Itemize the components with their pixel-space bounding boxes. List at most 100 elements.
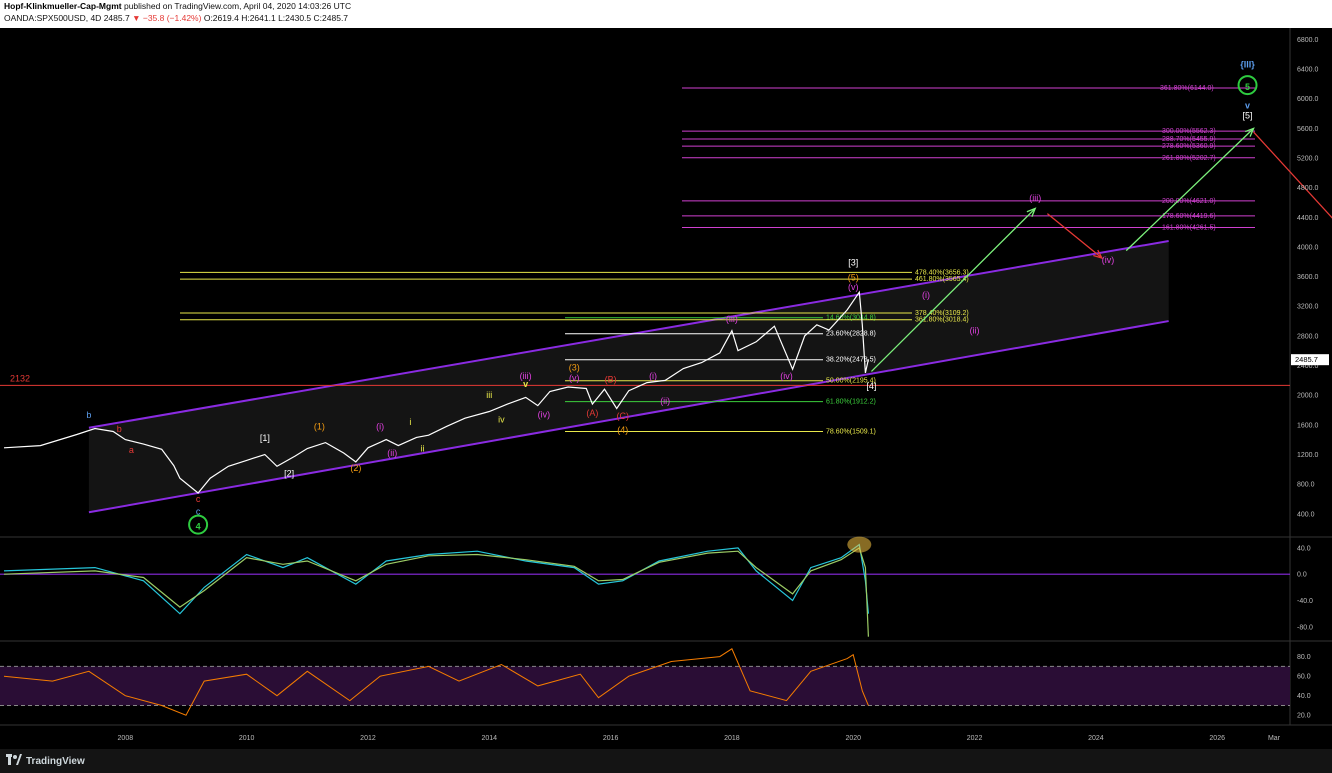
rsi-axis-tick: 40.0 <box>1297 693 1311 700</box>
fib-level-label: 300.00%(5562.3) <box>1162 128 1216 135</box>
oscillator-line <box>3 546 869 637</box>
price-axis-tick: 1600.0 <box>1297 422 1319 429</box>
fib-level-label: 278.60%(5360.9) <box>1162 143 1216 150</box>
price-axis-tick: 400.0 <box>1297 511 1315 518</box>
price-axis-tick: 4800.0 <box>1297 185 1319 192</box>
wave-label: [2] <box>284 469 294 479</box>
time-axis-tick: Mar <box>1268 735 1281 742</box>
rsi-axis-tick: 20.0 <box>1297 713 1311 720</box>
wave-label: (1) <box>314 421 325 431</box>
wave-label: (3) <box>569 363 580 373</box>
time-axis-tick: 2016 <box>603 735 619 742</box>
wave-label: (iv) <box>538 409 551 419</box>
wave-label: (B) <box>605 375 617 385</box>
wave-label: b <box>86 410 91 420</box>
tradingview-logo[interactable]: TradingView <box>6 754 85 767</box>
price-axis-tick: 6400.0 <box>1297 67 1319 74</box>
fib-level-label: 161.80%(4261.5) <box>1162 225 1216 232</box>
wave-label: (2) <box>350 463 361 473</box>
wave-label: 4 <box>196 522 201 532</box>
forecast-arrow <box>1046 213 1103 259</box>
price-axis-tick: 6000.0 <box>1297 96 1319 103</box>
wave-label: (i) <box>376 421 384 431</box>
rsi-band <box>0 666 1290 706</box>
time-axis-tick: 2010 <box>239 735 255 742</box>
price-axis-tick: 6800.0 <box>1297 37 1319 44</box>
brand-label: TradingView <box>26 756 85 767</box>
price-axis-tick: 3200.0 <box>1297 304 1319 311</box>
publish-line: Hopf-Klinkmueller-Cap-Mgmt published on … <box>4 1 351 11</box>
chart-canvas[interactable]: 2132 361.80%(6144.0) 300.00%(5562.3)288.70… <box>0 28 1332 749</box>
wave-label: [4] <box>866 381 876 391</box>
time-axis-tick: 2022 <box>967 735 983 742</box>
wave-label: 5 <box>1245 82 1250 92</box>
wave-label: i <box>409 417 411 427</box>
price-axis-tick: 2800.0 <box>1297 333 1319 340</box>
time-axis-tick: 2026 <box>1209 735 1225 742</box>
price-axis-tick: 4000.0 <box>1297 244 1319 251</box>
footer-bar: TradingView <box>0 749 1332 773</box>
wave-label: a <box>129 445 134 455</box>
wave-label: (A) <box>586 408 598 418</box>
wave-label: (iii) <box>726 314 738 324</box>
oscillator-axis-tick: -80.0 <box>1297 624 1313 631</box>
chart-header: Hopf-Klinkmueller-Cap-Mgmt published on … <box>0 0 1332 28</box>
wave-label: [1] <box>260 433 270 443</box>
fib-level-label: 14.60%(3044.8) <box>826 315 876 322</box>
wave-label: b <box>117 424 122 434</box>
price-change: ▼ −35.8 (−1.42%) <box>132 13 202 23</box>
channel-fill <box>88 241 1169 513</box>
wave-label: [5] <box>1243 111 1253 121</box>
wave-label: (i) <box>922 290 930 300</box>
price-axis-tick: 2000.0 <box>1297 393 1319 400</box>
wave-label: (iii) <box>1029 193 1041 203</box>
symbol-name[interactable]: OANDA:SPX500USD, 4D <box>4 13 101 23</box>
wave-label: iii <box>486 390 492 400</box>
fib-level-label: 200.00%(4621.0) <box>1162 198 1216 205</box>
low-value: L:2430.5 <box>278 13 312 23</box>
fib-level-label: 178.60%(4419.6) <box>1162 213 1216 220</box>
wave-label: (C) <box>616 411 629 421</box>
rsi-axis-tick: 80.0 <box>1297 654 1311 661</box>
forecast-arrow <box>1253 131 1332 219</box>
fib-level-label: 261.80%(5202.7) <box>1162 155 1216 162</box>
time-axis-tick: 2014 <box>481 735 497 742</box>
wave-label: (i) <box>649 371 657 381</box>
symbol-line: OANDA:SPX500USD, 4D 2485.7 ▼ −35.8 (−1.4… <box>4 13 348 23</box>
price-axis-tick: 5200.0 <box>1297 156 1319 163</box>
fib-level-label: 288.70%(5455.9) <box>1162 136 1216 143</box>
high-value: H:2641.1 <box>241 13 276 23</box>
price-axis-tick: 800.0 <box>1297 482 1315 489</box>
wave-label: v <box>523 379 528 389</box>
price-axis-tick: 1200.0 <box>1297 452 1319 459</box>
wave-label: iv <box>498 415 505 425</box>
publisher-name[interactable]: Hopf-Klinkmueller-Cap-Mgmt <box>4 1 122 11</box>
rsi-axis-tick: 60.0 <box>1297 674 1311 681</box>
support-label: 2132 <box>10 373 30 383</box>
time-axis-tick: 2018 <box>724 735 740 742</box>
open-value: O:2619.4 <box>203 13 239 23</box>
fib-level-label: 61.80%(1912.2) <box>826 399 876 406</box>
oscillator-axis-tick: 40.0 <box>1297 545 1311 552</box>
wave-label: ii <box>421 444 425 454</box>
wave-label: (ii) <box>970 326 980 336</box>
time-axis-tick: 2012 <box>360 735 376 742</box>
published-text: published on TradingView.com, April 04, … <box>123 1 352 11</box>
close-value: C:2485.7 <box>313 13 349 23</box>
wave-label: (5) <box>848 272 859 282</box>
last-price: 2485.7 <box>103 13 130 23</box>
fib-level-label: 23.60%(2828.8) <box>826 331 876 338</box>
wave-label: (4) <box>617 425 628 435</box>
oscillator-highlight <box>847 536 872 553</box>
oscillator-line <box>3 543 869 615</box>
price-axis-tick: 5600.0 <box>1297 126 1319 133</box>
wave-label: {III} <box>1240 60 1255 70</box>
last-price-tag-label: 2485.7 <box>1295 355 1318 364</box>
wave-label: c <box>196 494 201 504</box>
oscillator-axis-tick: -40.0 <box>1297 598 1313 605</box>
wave-label: (iv) <box>780 371 793 381</box>
price-axis-tick: 4400.0 <box>1297 215 1319 222</box>
wave-label: [3] <box>848 257 858 267</box>
time-axis-tick: 2020 <box>845 735 861 742</box>
fib-level-label: 78.60%(1509.1) <box>826 429 876 436</box>
